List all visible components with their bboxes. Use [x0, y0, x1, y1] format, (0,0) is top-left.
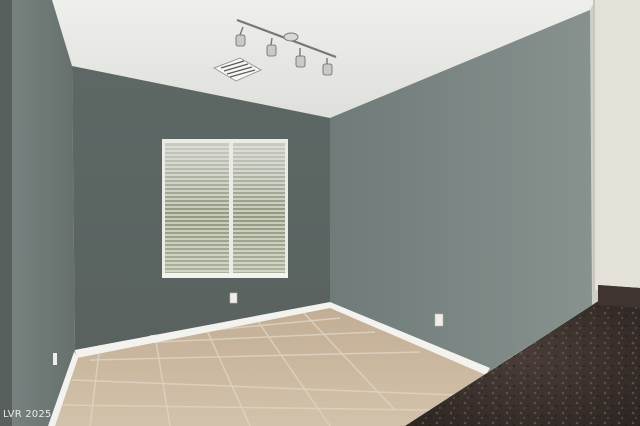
room-photo: LVR 2025	[0, 0, 640, 426]
wall-outlet-back	[229, 292, 238, 304]
photo-watermark: LVR 2025	[3, 409, 52, 420]
wall-outlet-left	[53, 353, 57, 365]
window-blinds	[162, 139, 288, 278]
right-edge-wall	[593, 0, 640, 290]
room-illustration	[0, 0, 640, 426]
wall-outlet-right	[434, 313, 444, 327]
left-wall	[0, 0, 75, 426]
